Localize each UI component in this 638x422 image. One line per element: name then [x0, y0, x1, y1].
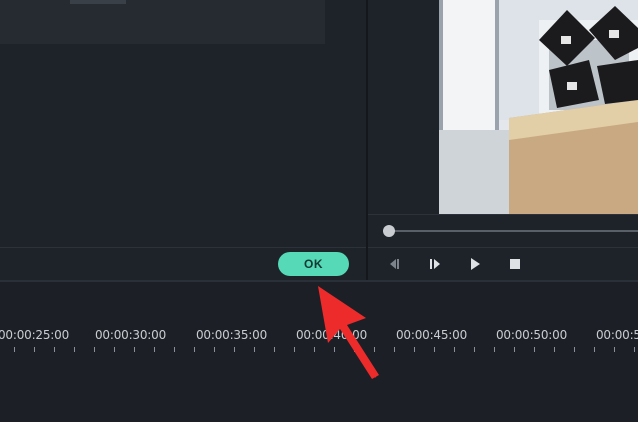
- ruler-label: 00:00:25:00: [0, 328, 70, 342]
- ruler-tick: [294, 347, 295, 352]
- ruler-tick: [234, 347, 235, 352]
- settings-control[interactable]: [70, 0, 126, 4]
- ruler-tick: [454, 347, 455, 352]
- ruler-tick: [74, 347, 75, 352]
- ruler-tick: [554, 347, 555, 352]
- ruler-tick: [574, 347, 575, 352]
- timeline[interactable]: 00:00:25:00 00:00:30:00 00:00:35:00 00:0…: [0, 282, 638, 422]
- video-preview: [439, 0, 638, 214]
- step-forward-icon[interactable]: [426, 256, 444, 272]
- ruler-tick: [474, 347, 475, 352]
- preview-panel: [368, 0, 638, 280]
- ruler-tick: [214, 347, 215, 352]
- ruler-tick: [394, 347, 395, 352]
- ruler-ticks: [14, 347, 635, 352]
- ruler-tick: [614, 347, 615, 352]
- ruler-label: 00:00:45:00: [396, 328, 468, 342]
- settings-content-area: [0, 0, 325, 44]
- ruler-tick: [414, 347, 415, 352]
- ruler-label: 00:00:5: [596, 328, 638, 342]
- ruler-tick: [194, 347, 195, 352]
- ruler-tick: [54, 347, 55, 352]
- ruler-tick: [514, 347, 515, 352]
- settings-panel: OK: [0, 0, 366, 280]
- ruler-tick: [114, 347, 115, 352]
- ruler-tick: [374, 347, 375, 352]
- ruler-tick: [334, 347, 335, 352]
- ruler-label: 00:00:50:00: [496, 328, 568, 342]
- ruler-label: 00:00:30:00: [95, 328, 167, 342]
- step-back-icon[interactable]: [386, 256, 404, 272]
- dialog-footer: OK: [0, 247, 366, 280]
- play-icon[interactable]: [466, 256, 484, 272]
- ruler-tick: [34, 347, 35, 352]
- ruler-label: 00:00:35:00: [196, 328, 268, 342]
- ruler-tick: [174, 347, 175, 352]
- ruler-tick: [94, 347, 95, 352]
- ok-button[interactable]: OK: [278, 252, 349, 276]
- ruler-tick: [534, 347, 535, 352]
- ruler-tick: [434, 347, 435, 352]
- ruler-tick: [274, 347, 275, 352]
- playback-scrubber[interactable]: [368, 214, 638, 246]
- ruler-tick: [634, 347, 635, 352]
- ruler-tick: [134, 347, 135, 352]
- ruler-tick: [314, 347, 315, 352]
- ruler-tick: [494, 347, 495, 352]
- scrubber-handle[interactable]: [383, 225, 395, 237]
- ruler-tick: [354, 347, 355, 352]
- ruler-tick: [14, 347, 15, 352]
- playback-controls: [368, 247, 638, 280]
- timeline-ruler[interactable]: 00:00:25:00 00:00:30:00 00:00:35:00 00:0…: [0, 322, 638, 352]
- app-window: OK 00:00:25:00 00:00:30:00 00:00:35:00 0…: [0, 0, 638, 422]
- ruler-tick: [254, 347, 255, 352]
- ruler-tick: [154, 347, 155, 352]
- video-frame-image: [439, 0, 638, 214]
- scrubber-track[interactable]: [388, 230, 638, 232]
- stop-icon[interactable]: [506, 256, 524, 272]
- ruler-label: 00:00:40:00: [296, 328, 368, 342]
- ruler-tick: [594, 347, 595, 352]
